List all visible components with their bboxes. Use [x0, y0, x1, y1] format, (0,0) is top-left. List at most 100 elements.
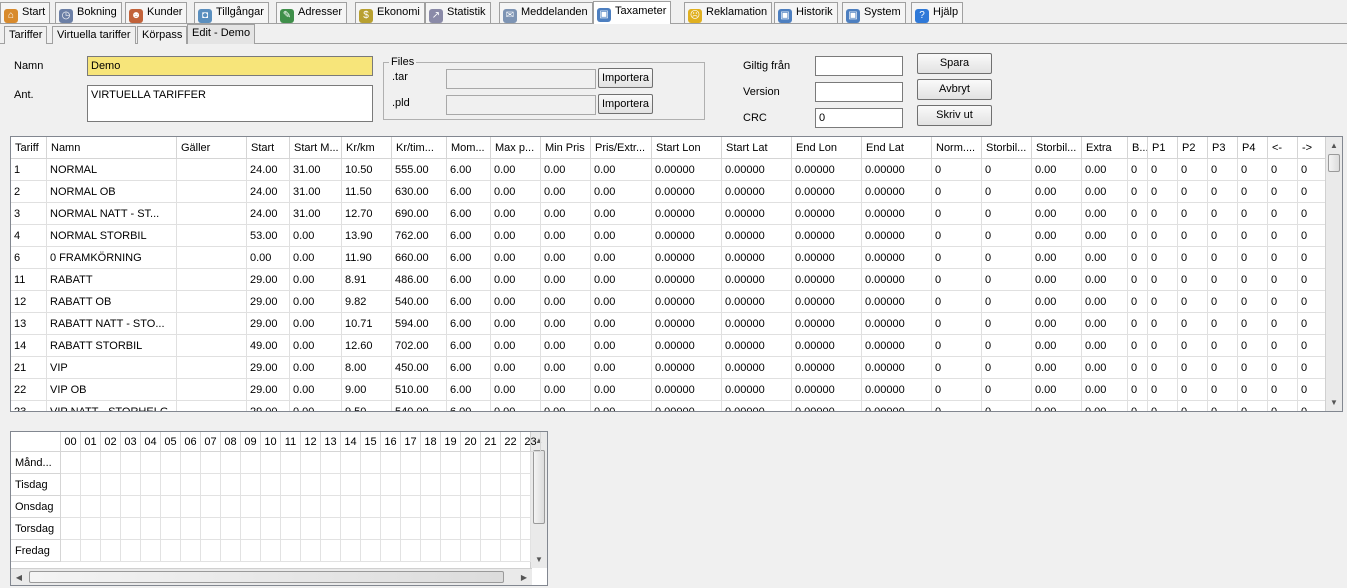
- schedule-cell[interactable]: [341, 452, 361, 474]
- schedule-cell[interactable]: [521, 474, 531, 496]
- column-header[interactable]: Kr/km: [342, 137, 392, 159]
- column-header[interactable]: Norm....: [932, 137, 982, 159]
- schedule-cell[interactable]: [421, 496, 441, 518]
- name-input[interactable]: Demo: [87, 56, 373, 76]
- schedule-cell[interactable]: [201, 474, 221, 496]
- schedule-cell[interactable]: [341, 518, 361, 540]
- table-row[interactable]: 4 NORMAL STORBIL 53.00 0.00 13.90 762.00 6.00 0…: [11, 225, 1327, 247]
- schedule-cell[interactable]: [481, 518, 501, 540]
- table-row[interactable]: 2 NORMAL OB 24.00 31.00 11.50 630.00 6.00 0.00 0…: [11, 181, 1327, 203]
- schedule-cell[interactable]: [401, 474, 421, 496]
- tab-taxameter[interactable]: ▣ Taxameter: [593, 1, 672, 24]
- schedule-cell[interactable]: [121, 518, 141, 540]
- schedule-cell[interactable]: [381, 474, 401, 496]
- schedule-cell[interactable]: [421, 518, 441, 540]
- column-header[interactable]: Max p...: [491, 137, 541, 159]
- schedule-cell[interactable]: [381, 518, 401, 540]
- schedule-cell[interactable]: [361, 452, 381, 474]
- column-header[interactable]: P3: [1208, 137, 1238, 159]
- schedule-cell[interactable]: [481, 452, 501, 474]
- schedule-cell[interactable]: [461, 518, 481, 540]
- schedule-cell[interactable]: [521, 540, 531, 562]
- schedule-cell[interactable]: [81, 452, 101, 474]
- schedule-cell[interactable]: [261, 474, 281, 496]
- schedule-cell[interactable]: [121, 540, 141, 562]
- schedule-cell[interactable]: [401, 518, 421, 540]
- tab-reklamation[interactable]: ☹ Reklamation: [684, 2, 773, 23]
- scroll-down-icon[interactable]: ▼: [1326, 394, 1342, 411]
- column-header[interactable]: Pris/Extr...: [591, 137, 652, 159]
- table-row[interactable]: 60 FRAMKÖRNING 0.00 0.00 11.90 660.00 6.00 0.0…: [11, 247, 1327, 269]
- column-header[interactable]: End Lon: [792, 137, 862, 159]
- schedule-cell[interactable]: [281, 452, 301, 474]
- table-row[interactable]: 14 RABATT STORBIL 49.00 0.00 12.60 702.00 6.00…: [11, 335, 1327, 357]
- schedule-cell[interactable]: [481, 496, 501, 518]
- column-header[interactable]: P4: [1238, 137, 1268, 159]
- import-pld-button[interactable]: Importera: [598, 94, 653, 114]
- schedule-cell[interactable]: [201, 496, 221, 518]
- schedule-cell[interactable]: [181, 518, 201, 540]
- schedule-cell[interactable]: [141, 518, 161, 540]
- schedule-cell[interactable]: [141, 452, 161, 474]
- schedule-cell[interactable]: [101, 496, 121, 518]
- schedule-cell[interactable]: [281, 518, 301, 540]
- schedule-cell[interactable]: [501, 518, 521, 540]
- schedule-cell[interactable]: [521, 452, 531, 474]
- schedule-cell[interactable]: [481, 540, 501, 562]
- schedule-cell[interactable]: [341, 540, 361, 562]
- schedule-cell[interactable]: [181, 540, 201, 562]
- schedule-cell[interactable]: [141, 540, 161, 562]
- column-header[interactable]: P2: [1178, 137, 1208, 159]
- schedule-cell[interactable]: [101, 452, 121, 474]
- table-row[interactable]: 11 RABATT 29.00 0.00 8.91 486.00 6.00 0.00 0.00 0…: [11, 269, 1327, 291]
- crc-input[interactable]: 0: [815, 108, 903, 128]
- scroll-thumb[interactable]: [29, 571, 504, 583]
- tab-meddelanden[interactable]: ✉ Meddelanden: [499, 2, 593, 23]
- scroll-thumb[interactable]: [1328, 154, 1340, 172]
- schedule-cell[interactable]: [401, 540, 421, 562]
- tab-ekonomi[interactable]: $ Ekonomi: [355, 2, 425, 23]
- schedule-cell[interactable]: [61, 496, 81, 518]
- schedule-cell[interactable]: [301, 452, 321, 474]
- schedule-cell[interactable]: [461, 452, 481, 474]
- tab-bokning[interactable]: ◷ Bokning: [55, 2, 122, 23]
- schedule-cell[interactable]: [481, 474, 501, 496]
- schedule-cell[interactable]: [361, 474, 381, 496]
- schedule-cell[interactable]: [281, 474, 301, 496]
- schedule-cell[interactable]: [101, 540, 121, 562]
- schedule-cell[interactable]: [521, 518, 531, 540]
- column-header[interactable]: Start Lat: [722, 137, 792, 159]
- schedule-cell[interactable]: [321, 540, 341, 562]
- schedule-cell[interactable]: [341, 496, 361, 518]
- schedule-cell[interactable]: [241, 474, 261, 496]
- column-header[interactable]: Mom...: [447, 137, 491, 159]
- schedule-cell[interactable]: [301, 540, 321, 562]
- column-header[interactable]: Storbil...: [1032, 137, 1082, 159]
- table-row[interactable]: 13 RABATT NATT - STO... 29.00 0.00 10.71 594.…: [11, 313, 1327, 335]
- schedule-cell[interactable]: [361, 518, 381, 540]
- schedule-cell[interactable]: [281, 496, 301, 518]
- schedule-hscrollbar[interactable]: ◀ ▶: [11, 568, 532, 585]
- column-header[interactable]: ->: [1298, 137, 1327, 159]
- schedule-grid[interactable]: ▲ ▼ ◀ ▶ 00 01 02 03 04 05 06 07 08 09 10 11 12 13 14 15…: [10, 431, 548, 586]
- schedule-cell[interactable]: [421, 452, 441, 474]
- schedule-cell[interactable]: [101, 474, 121, 496]
- schedule-cell[interactable]: [501, 474, 521, 496]
- schedule-cell[interactable]: [381, 496, 401, 518]
- table-row[interactable]: 3 NORMAL NATT - ST... 24.00 31.00 12.70 690.0…: [11, 203, 1327, 225]
- schedule-cell[interactable]: [361, 540, 381, 562]
- schedule-cell[interactable]: [401, 452, 421, 474]
- subtab-k-rpass[interactable]: Körpass: [137, 26, 188, 44]
- schedule-cell[interactable]: [501, 540, 521, 562]
- column-header[interactable]: Tariff: [11, 137, 47, 159]
- column-header[interactable]: <-: [1268, 137, 1298, 159]
- schedule-cell[interactable]: [441, 518, 461, 540]
- schedule-cell[interactable]: [241, 518, 261, 540]
- version-input[interactable]: [815, 82, 903, 102]
- subtab-edit-demo[interactable]: Edit - Demo: [187, 24, 256, 44]
- schedule-cell[interactable]: [161, 540, 181, 562]
- tariff-table[interactable]: Tariff Namn Gäller Start Start M... Kr/km Kr/t…: [10, 136, 1343, 412]
- subtab-virtuella-tariffer[interactable]: Virtuella tariffer: [52, 26, 136, 44]
- schedule-cell[interactable]: [461, 496, 481, 518]
- schedule-cell[interactable]: [441, 474, 461, 496]
